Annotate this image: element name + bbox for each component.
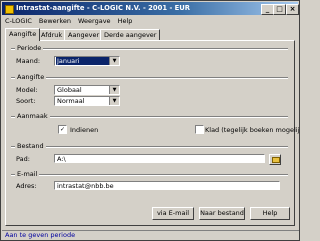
soort-label: Soort: xyxy=(16,97,36,105)
adres-label: Adres: xyxy=(16,182,37,190)
menu-weergave[interactable]: Weergave xyxy=(75,16,115,26)
soort-select[interactable]: Normaal ▼ xyxy=(54,96,120,106)
main-window: Intrastat-aangifte - C-LOGIC N.V. - 2001… xyxy=(0,0,300,241)
tab-aangever[interactable]: Aangever xyxy=(64,29,104,40)
pad-label: Pad: xyxy=(16,155,30,163)
model-label: Model: xyxy=(16,86,38,94)
chevron-down-icon[interactable]: ▼ xyxy=(109,97,119,105)
adres-input[interactable]: intrastat@nbb.be xyxy=(54,181,280,190)
menu-bar: C-LOGIC Bewerken Weergave Help xyxy=(2,16,298,26)
browse-button[interactable] xyxy=(269,154,281,165)
naar-bestand-button[interactable]: Naar bestand xyxy=(199,207,245,220)
via-email-button[interactable]: via E-mail xyxy=(152,207,194,220)
aangifte-panel: Periode Maand: Januari ▼ Aangifte Model:… xyxy=(5,40,299,226)
title-bar: Intrastat-aangifte - C-LOGIC N.V. - 2001… xyxy=(2,2,299,15)
soort-value: Normaal xyxy=(57,97,85,105)
indienen-checkbox[interactable]: ✓ xyxy=(58,125,67,134)
folder-icon xyxy=(272,157,280,163)
menu-c-logic[interactable]: C-LOGIC xyxy=(2,16,36,26)
window-title: Intrastat-aangifte - C-LOGIC N.V. - 2001… xyxy=(16,4,191,12)
klad-label: Klad (tegelijk boeken mogelijk) xyxy=(205,126,300,134)
group-label: Bestand xyxy=(15,142,46,150)
group-periode: Periode xyxy=(11,44,288,71)
indienen-label: Indienen xyxy=(70,126,99,134)
tab-afdruk[interactable]: Afdruk xyxy=(37,29,67,40)
menu-help[interactable]: Help xyxy=(115,16,137,26)
klad-checkbox[interactable] xyxy=(195,125,204,134)
close-button[interactable]: × xyxy=(286,4,299,15)
pad-input[interactable]: A:\ xyxy=(54,154,265,163)
maand-label: Maand: xyxy=(16,57,41,65)
tab-aangifte[interactable]: Aangifte xyxy=(5,28,41,41)
chevron-down-icon[interactable]: ▼ xyxy=(109,86,119,94)
chevron-down-icon[interactable]: ▼ xyxy=(109,57,119,65)
status-bar: Aan te geven periode xyxy=(2,230,299,240)
group-label: Aangifte xyxy=(15,73,47,81)
app-icon xyxy=(5,5,14,14)
model-select[interactable]: Globaal ▼ xyxy=(54,85,120,95)
model-value: Globaal xyxy=(57,86,82,94)
maand-value: Januari xyxy=(56,57,109,65)
help-button[interactable]: Help xyxy=(250,207,290,220)
group-label: Aanmaak xyxy=(15,112,50,120)
group-label: E-mail xyxy=(15,170,40,178)
group-label: Periode xyxy=(15,44,44,52)
maximize-button[interactable]: □ xyxy=(273,4,286,15)
maand-select[interactable]: Januari ▼ xyxy=(54,56,120,66)
tab-derde-aangever[interactable]: Derde aangever xyxy=(100,29,161,40)
menu-bewerken[interactable]: Bewerken xyxy=(36,16,75,26)
group-aangifte: Aangifte xyxy=(11,73,288,108)
